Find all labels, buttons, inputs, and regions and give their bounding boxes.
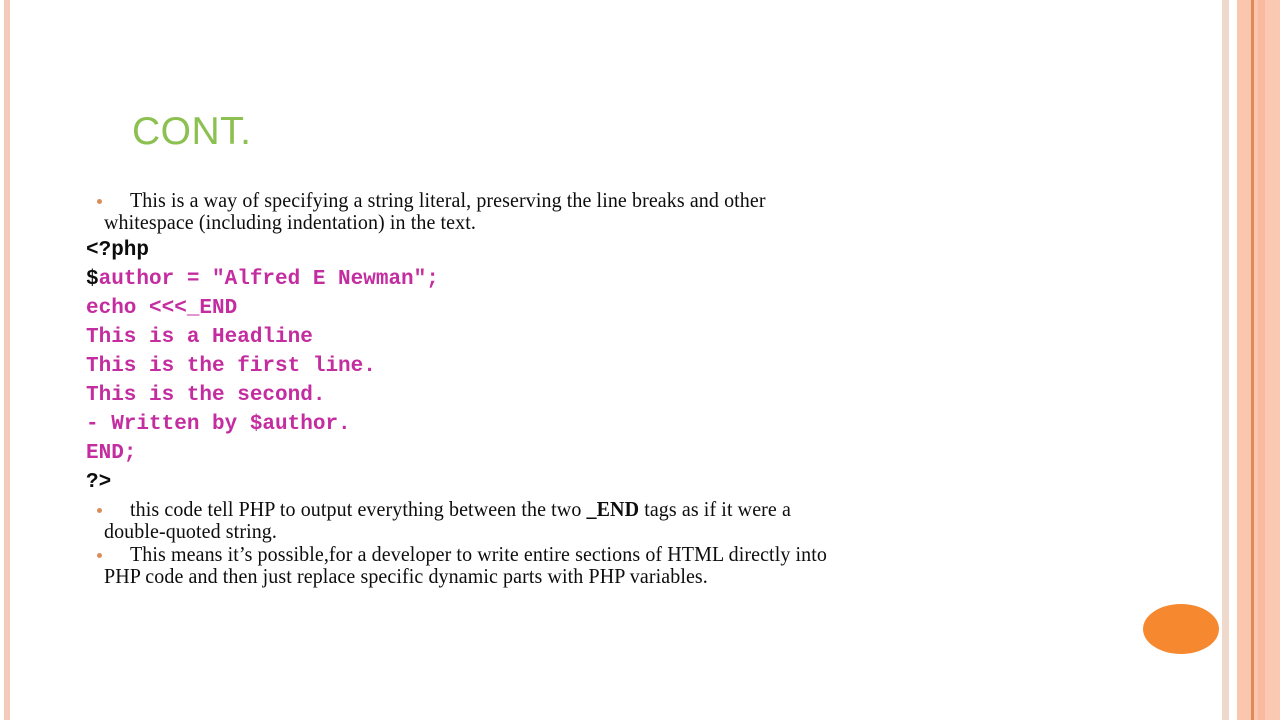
accent-ellipse — [1143, 604, 1219, 654]
code-line: - Written by $author. — [86, 413, 351, 436]
code-block: <?php $author = "Alfred E Newman"; echo … — [86, 236, 1116, 497]
code-line: This is the first line. — [86, 355, 376, 378]
code-line: ?> — [86, 471, 112, 494]
slide-body: This is a way of specifying a string lit… — [86, 188, 1116, 589]
code-line: This is a Headline — [86, 326, 313, 349]
page-title: CONT. — [132, 110, 252, 153]
bullet-text-line: PHP code and then just replace specific … — [104, 563, 708, 588]
code-line: $author = "Alfred E Newman"; — [86, 265, 1116, 294]
code-line: <?php — [86, 239, 150, 262]
right-stripe-pink — [1237, 0, 1251, 720]
bullet-text-line: This means it’s possible,for a developer… — [130, 542, 828, 566]
bullet-text-post: tags as if it were a — [639, 497, 791, 521]
list-item: This is a way of specifying a string lit… — [86, 188, 1116, 234]
bullet-text-emphasis: _END — [586, 497, 640, 521]
bullet-text-line: This is a way of specifying a string lit… — [130, 188, 766, 212]
code-line: echo <<<_END — [86, 297, 238, 320]
code-line: END; — [86, 442, 137, 465]
bullet-dot-icon — [97, 199, 102, 204]
list-item: this code tell PHP to output everything … — [86, 497, 1116, 543]
code-token-rest: author = "Alfred E Newman"; — [98, 268, 439, 291]
right-stripe-pink-wide — [1265, 0, 1280, 720]
code-token-dollar: $ — [86, 268, 99, 291]
left-decorative-rule — [4, 0, 10, 720]
bullet-text-pre: this code tell PHP to output everything … — [130, 497, 587, 521]
slide-canvas: CONT. This is a way of specifying a stri… — [0, 0, 1280, 720]
right-stripe-salmon — [1258, 0, 1265, 720]
right-stripe-pale — [1222, 0, 1229, 720]
list-item: This means it’s possible,for a developer… — [86, 542, 1116, 588]
code-line: This is the second. — [86, 384, 326, 407]
bullet-text-line: double-quoted string. — [104, 518, 277, 543]
bullet-dot-icon — [97, 553, 102, 558]
bullet-text-line: whitespace (including indentation) in th… — [104, 209, 476, 234]
bullet-text-line: this code tell PHP to output everything … — [130, 497, 1047, 521]
bullet-dot-icon — [97, 508, 102, 513]
